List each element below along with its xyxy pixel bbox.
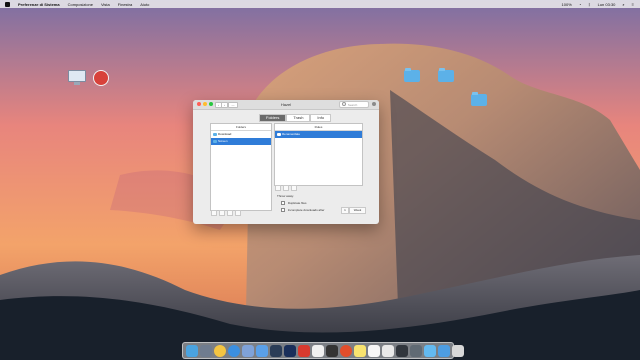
tab-folders[interactable]: Folders: [259, 114, 287, 122]
folder-desktop-icon-2[interactable]: [438, 68, 454, 82]
folder-desktop-icon-1[interactable]: [404, 68, 420, 82]
folder-icon: [213, 133, 217, 136]
bluetooth-icon[interactable]: ᛒ: [588, 2, 590, 7]
folder-options-button[interactable]: [235, 209, 241, 216]
menu-item-finestra[interactable]: Finestra: [118, 2, 132, 7]
menu-bar: Preferenze di Sistema Composizione Vista…: [0, 0, 640, 8]
folder-visibility-button[interactable]: [227, 209, 233, 216]
apple-icon[interactable]: [5, 1, 10, 7]
notification-center-icon[interactable]: ≡: [632, 2, 634, 7]
gear-icon[interactable]: [372, 102, 376, 106]
computer-desktop-icon[interactable]: [67, 70, 87, 90]
window-titlebar: ‹ › ⋯ Hazel Search: [193, 100, 379, 110]
remove-folder-button[interactable]: [219, 209, 225, 216]
add-folder-button[interactable]: [211, 209, 217, 216]
folder-row-download[interactable]: Download: [211, 131, 271, 138]
notes-icon[interactable]: [354, 344, 366, 357]
incomplete-checkbox[interactable]: [281, 208, 285, 213]
app-store-icon[interactable]: [256, 344, 268, 357]
duplicate-files-label: Duplicate files: [287, 201, 307, 205]
rule-label: Rename/date: [282, 132, 301, 136]
disk-desktop-icon[interactable]: [92, 70, 110, 88]
search-placeholder: Search: [347, 103, 358, 107]
rule-row-rename-date[interactable]: Rename/date: [275, 131, 362, 138]
throw-away-label: Throw away:: [277, 194, 295, 198]
search-icon: [342, 102, 346, 106]
finder-icon[interactable]: [186, 344, 198, 357]
menu-item-vista[interactable]: Vista: [101, 2, 110, 7]
duplicate-checkbox[interactable]: [281, 201, 285, 206]
folder-icon: [213, 140, 217, 143]
incomplete-downloads-label: Incomplete downloads after: [287, 208, 325, 212]
incomplete-downloads-number[interactable]: 1: [341, 207, 349, 214]
folder-row-screen[interactable]: Screen: [211, 138, 271, 145]
lightroom-icon[interactable]: [270, 344, 282, 357]
folders-panel: Folders Download Screen: [210, 123, 272, 211]
rules-header: Rules: [275, 124, 362, 131]
rules-controls: [275, 184, 297, 191]
trash-icon[interactable]: [452, 344, 464, 357]
photoshop-icon[interactable]: [284, 344, 296, 357]
folder-desktop-icon-3[interactable]: [471, 92, 487, 106]
files-icon[interactable]: [368, 344, 380, 357]
folder-row-label: Screen: [218, 139, 228, 143]
battery-percent[interactable]: 100%: [562, 2, 572, 7]
photo-icon[interactable]: [242, 344, 254, 357]
pdf-icon[interactable]: [298, 344, 310, 357]
search-field[interactable]: Search: [339, 101, 369, 108]
hazel-preferences-window: ‹ › ⋯ Hazel Search Folders Trash Info Fo…: [193, 100, 379, 224]
launchpad-icon[interactable]: [200, 344, 212, 357]
add-rule-button[interactable]: [275, 184, 281, 191]
safari-icon[interactable]: [228, 344, 240, 357]
dock: [182, 342, 464, 359]
tab-trash[interactable]: Trash: [286, 114, 311, 122]
rules-panel: Rules Rename/date: [274, 123, 363, 186]
spotlight-icon[interactable]: ⌕: [622, 2, 624, 7]
settings-icon[interactable]: [410, 344, 422, 357]
menu-item-composizione[interactable]: Composizione: [68, 2, 93, 7]
music-icon[interactable]: [340, 344, 352, 357]
incomplete-downloads-unit[interactable]: Week: [349, 207, 366, 214]
folder-icon[interactable]: [424, 344, 436, 357]
incomplete-downloads-option[interactable]: Incomplete downloads after: [281, 208, 325, 213]
folders-header: Folders: [211, 124, 271, 131]
chrome-icon[interactable]: [214, 344, 226, 357]
skype-icon[interactable]: [312, 344, 324, 357]
folders-controls: [211, 209, 241, 216]
downloads-icon[interactable]: [438, 344, 450, 357]
calendar-icon[interactable]: [382, 344, 394, 357]
clock[interactable]: Lun 03:30: [598, 2, 616, 7]
wifi-icon[interactable]: ◔: [579, 2, 581, 7]
tab-bar: Folders Trash Info: [259, 114, 332, 122]
menu-app-name[interactable]: Preferenze di Sistema: [18, 2, 60, 7]
tab-info[interactable]: Info: [310, 114, 332, 122]
utility-icon[interactable]: [326, 344, 338, 357]
edit-rule-button[interactable]: [291, 184, 297, 191]
video-icon[interactable]: [396, 344, 408, 357]
menu-item-aiuto[interactable]: Aiuto: [140, 2, 149, 7]
remove-rule-button[interactable]: [283, 184, 289, 191]
rule-checkbox-icon: [277, 133, 281, 136]
folder-row-label: Download: [218, 132, 232, 136]
duplicate-files-option[interactable]: Duplicate files: [281, 201, 307, 206]
